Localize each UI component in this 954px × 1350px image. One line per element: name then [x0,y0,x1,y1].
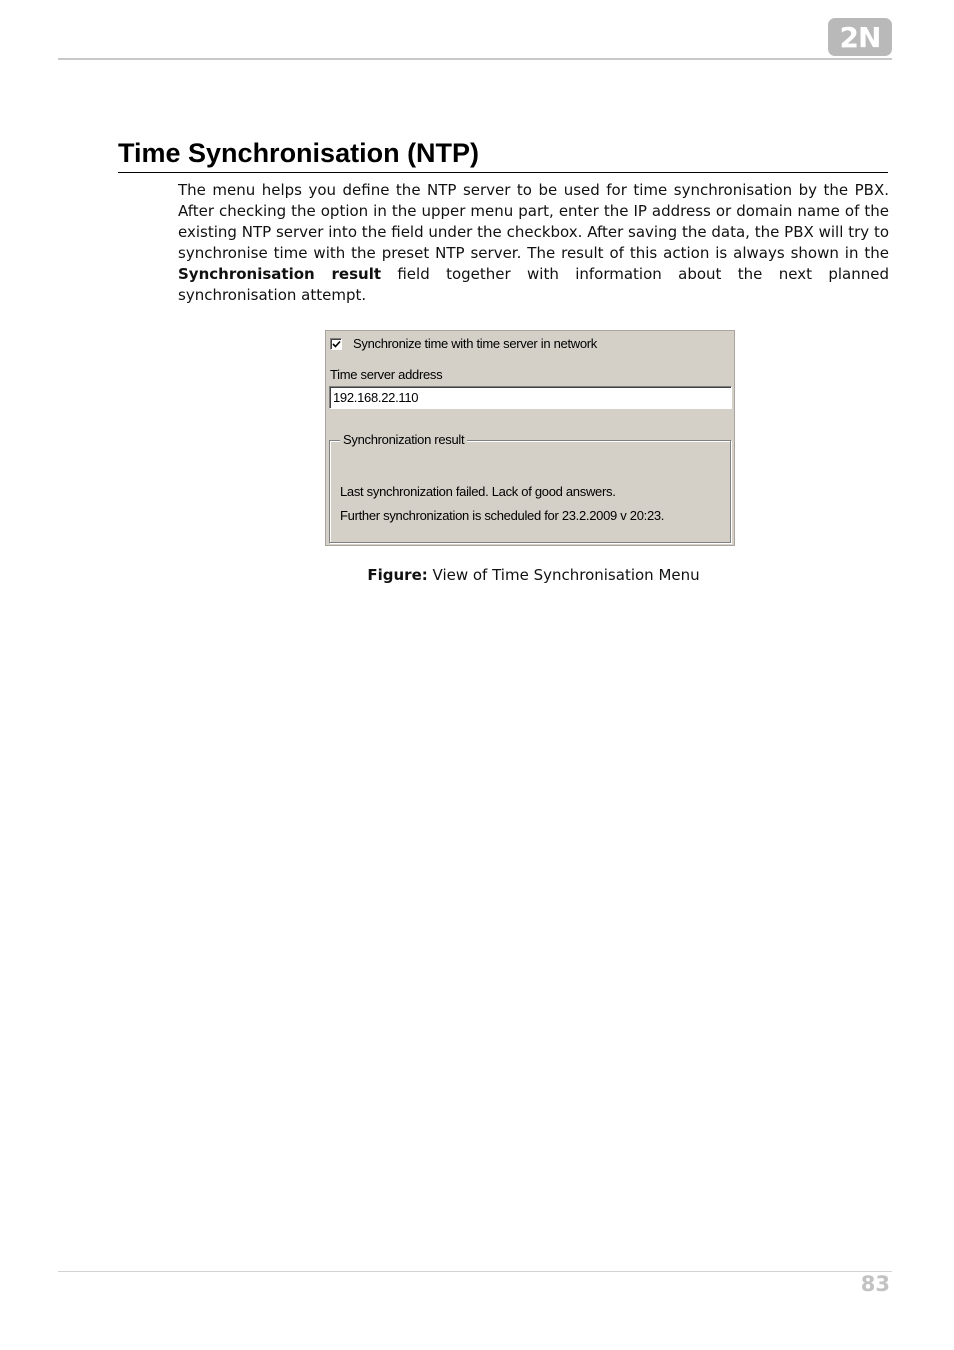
sync-checkbox[interactable] [330,337,342,350]
caption-text: View of Time Synchronisation Menu [427,566,700,584]
server-address-label: Time server address [330,367,443,382]
body-paragraph: The menu helps you define the NTP server… [178,180,889,306]
checkmark-icon [332,340,341,348]
sync-checkbox-row[interactable]: Synchronize time with time server in net… [330,336,597,351]
sync-checkbox-label[interactable]: Synchronize time with time server in net… [353,336,597,351]
footer-rule [58,1271,892,1272]
sync-result-title: Synchronization result [340,432,468,447]
page-number: 83 [860,1272,890,1296]
sync-result-group: Synchronization result Last synchronizat… [329,432,731,543]
brand-logo: 2N [828,18,892,56]
sync-result-status: Last synchronization failed. Lack of goo… [340,484,616,499]
caption-label: Figure: [367,566,428,584]
paragraph-text-1: The menu helps you define the NTP server… [178,181,889,262]
figure-caption: Figure: View of Time Synchronisation Men… [0,566,954,584]
ntp-settings-screenshot: Synchronize time with time server in net… [325,330,735,546]
server-address-input[interactable] [329,386,732,409]
sync-result-next: Further synchronization is scheduled for… [340,508,665,523]
logo-text: 2N [839,20,882,54]
header-rule [58,58,892,60]
paragraph-bold-term: Synchronisation result [178,265,381,283]
page-title: Time Synchronisation (NTP) [118,136,888,173]
